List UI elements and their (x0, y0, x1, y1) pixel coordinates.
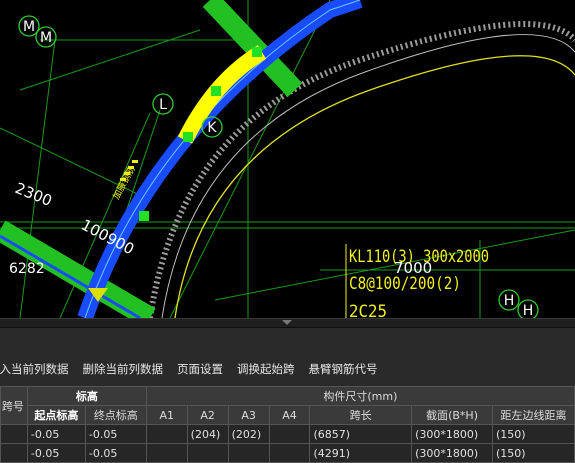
beam-annotation-line1: KL110(3) 300x2000 (349, 247, 489, 267)
table-cell[interactable]: (6857) (309, 424, 413, 444)
panel-splitter[interactable] (0, 318, 575, 328)
table-cell[interactable] (186, 443, 229, 463)
table-cell[interactable] (227, 443, 270, 463)
axis-label-h1: H (504, 293, 515, 309)
insert-column-button[interactable]: 插入当前列数据 (0, 361, 76, 377)
col-left-edge-distance: 距左边线距离 (492, 405, 575, 425)
table-cell[interactable]: (150) (492, 443, 575, 463)
beam-annotation-line3: 2C25 (349, 302, 387, 318)
table-cell[interactable]: -0.05 (26, 424, 86, 444)
table-cell[interactable]: (4291) (309, 443, 413, 463)
table-cell[interactable]: (300*1800) (411, 424, 494, 444)
axis-label-k: K (207, 120, 217, 136)
table-cell[interactable]: (202) (227, 424, 270, 444)
table-row[interactable]: -0.05 -0.05 (4291) (300*1800) (150) (0, 443, 575, 463)
swap-start-span-button[interactable]: 调换起始跨 (230, 361, 302, 377)
cantilever-rebar-code-button[interactable]: 悬臂钢筋代号 (302, 361, 385, 377)
elevation-group-header: 标高 (26, 386, 147, 406)
col-start-elevation: 起点标高 (26, 405, 86, 425)
splitter-grip-icon[interactable] (282, 320, 292, 325)
table-toolbar: 插入当前列数据 删除当前列数据 页面设置 调换起始跨 悬臂钢筋代号 (0, 358, 575, 380)
col-a3: A3 (227, 405, 270, 425)
drawing-svg[interactable]: M M L K H H 2300 100900 6282 7000 KL110(… (0, 0, 575, 318)
axis-label-h2: H (523, 303, 534, 318)
row-index-cell[interactable] (0, 443, 28, 463)
table-cell[interactable] (145, 443, 188, 463)
table-cell[interactable]: (150) (492, 424, 575, 444)
cad-canvas[interactable]: M M L K H H 2300 100900 6282 7000 KL110(… (0, 0, 575, 318)
col-a1: A1 (145, 405, 188, 425)
axis-label-l: L (159, 97, 167, 113)
member-size-group-header: 构件尺寸(mm) (145, 386, 575, 406)
table-cell[interactable]: (300*1800) (411, 443, 494, 463)
col-a2: A2 (186, 405, 229, 425)
row-index-cell[interactable] (0, 424, 28, 444)
page-settings-button[interactable]: 页面设置 (170, 361, 230, 377)
axis-label-m2: M (40, 30, 52, 46)
dimension-2300: 2300 (13, 179, 55, 210)
table-cell[interactable] (145, 424, 188, 444)
table-row[interactable]: -0.05 -0.05 (204) (202) (6857) (300*1800… (0, 424, 575, 444)
col-a4: A4 (268, 405, 311, 425)
beam-table-panel: 插入当前列数据 删除当前列数据 页面设置 调换起始跨 悬臂钢筋代号 跨号 标高 … (0, 328, 575, 463)
table-cell[interactable]: -0.05 (84, 424, 147, 444)
table-cell[interactable]: -0.05 (26, 443, 86, 463)
table-cell[interactable] (268, 443, 311, 463)
table-cell[interactable] (268, 424, 311, 444)
col-end-elevation: 终点标高 (84, 405, 147, 425)
col-section: 截面(B*H) (411, 405, 494, 425)
beam-annotation-line2: C8@100/200(2) (349, 274, 461, 294)
table-cell[interactable]: -0.05 (84, 443, 147, 463)
span-index-header: 跨号 (0, 386, 28, 425)
beam-span-table: 跨号 标高 构件尺寸(mm) 起点标高 终点标高 A1 A2 A3 A4 跨长 … (0, 386, 575, 463)
dimension-6282: 6282 (9, 261, 45, 277)
table-cell[interactable]: (204) (186, 424, 229, 444)
delete-column-button[interactable]: 删除当前列数据 (76, 361, 171, 377)
axis-label-m1: M (23, 19, 35, 35)
col-span-length: 跨长 (309, 405, 413, 425)
